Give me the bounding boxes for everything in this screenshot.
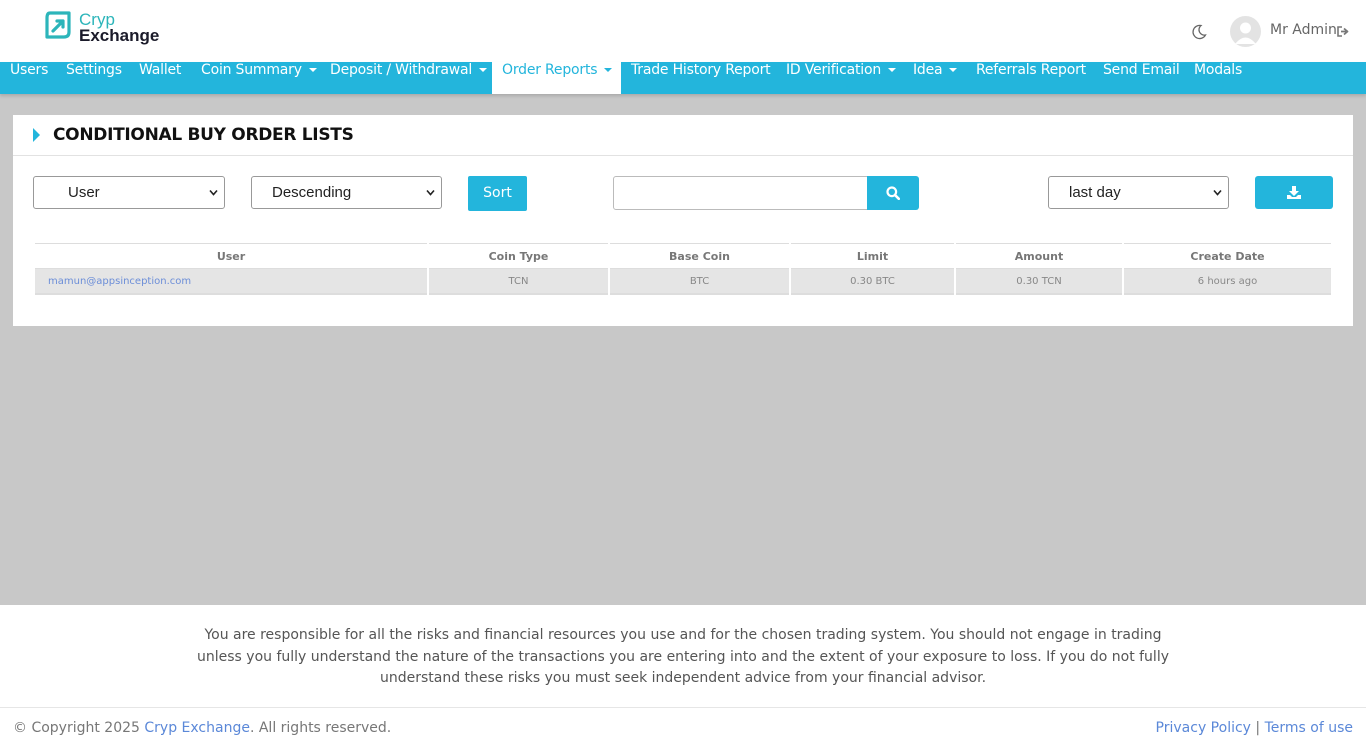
col-amount[interactable]: Amount [956,243,1122,269]
nav-coin-summary[interactable]: Coin Summary [191,62,327,94]
nav-wallet-label: Wallet [139,62,182,78]
avatar[interactable] [1230,16,1261,47]
col-user[interactable]: User [35,243,427,269]
risk-disclaimer: You are responsible for all the risks an… [0,605,1366,707]
sort-order-select[interactable]: Descending [251,176,442,209]
caret-right-icon [33,128,40,142]
nav-modals[interactable]: Modals [1184,62,1252,94]
nav-idea[interactable]: Idea [903,62,967,94]
orders-table: User Coin Type Base Coin Limit Amount Cr… [33,243,1333,295]
logo-mark-icon [45,11,71,39]
table-row[interactable]: mamun@appsinception.com TCN BTC 0.30 BTC… [35,269,1331,295]
terms-of-use-link[interactable]: Terms of use [1265,720,1353,736]
col-coin-type[interactable]: Coin Type [429,243,608,269]
cell-create-date: 6 hours ago [1124,269,1331,295]
copyright-suffix: . All rights reserved. [249,720,392,736]
page-title: CONDITIONAL BUY ORDER LISTS [53,125,354,145]
top-header: Cryp Exchange Mr Admin [0,0,1366,62]
period-value: last day [1069,184,1121,201]
footer-separator: | [1250,720,1265,736]
nav-order-reports[interactable]: Order Reports [492,62,621,94]
cell-amount: 0.30 TCN [956,269,1122,295]
footer-links: Privacy Policy | Terms of use [1156,720,1353,736]
cell-coin-type: TCN [429,269,608,295]
nav-referrals-report-label: Referrals Report [976,62,1086,78]
sort-order-value: Descending [272,184,352,201]
cell-user-email[interactable]: mamun@appsinception.com [35,269,427,295]
nav-referrals-report[interactable]: Referrals Report [966,62,1096,94]
chevron-down-icon [426,189,435,196]
nav-deposit-withdrawal[interactable]: Deposit / Withdrawal [320,62,497,94]
nav-users-label: Users [10,62,49,78]
caret-down-icon [949,68,958,72]
nav-settings-label: Settings [66,62,122,78]
cell-base-coin: BTC [610,269,789,295]
nav-id-verification[interactable]: ID Verification [776,62,906,94]
nav-trade-history-report[interactable]: Trade History Report [621,62,780,94]
copyright-brand-link[interactable]: Cryp Exchange [144,720,250,736]
cell-limit: 0.30 BTC [791,269,954,295]
caret-down-icon [479,68,488,72]
nav-settings[interactable]: Settings [56,62,132,94]
privacy-policy-link[interactable]: Privacy Policy [1156,720,1251,736]
nav-send-email-label: Send Email [1103,62,1180,78]
caret-down-icon [888,68,897,72]
admin-name[interactable]: Mr Admin [1270,22,1337,38]
sign-out-icon[interactable] [1336,25,1350,38]
chevron-down-icon [1213,189,1222,196]
col-limit[interactable]: Limit [791,243,954,269]
sort-field-value: User [68,184,100,201]
nav-id-verification-label: ID Verification [786,62,882,78]
search-button[interactable] [867,176,919,210]
search-icon [886,186,900,200]
nav-deposit-withdrawal-label: Deposit / Withdrawal [330,62,473,78]
nav-trade-history-report-label: Trade History Report [631,62,771,78]
disclaimer-text: You are responsible for all the risks an… [197,627,1169,686]
download-button[interactable] [1255,176,1333,209]
nav-send-email[interactable]: Send Email [1093,62,1190,94]
caret-down-icon [308,68,317,72]
search-input[interactable] [613,176,868,210]
sort-button[interactable]: Sort [468,176,527,211]
page-footer: © Copyright 2025 Cryp Exchange. All righ… [0,707,1366,750]
download-icon [1287,186,1301,199]
col-create-date[interactable]: Create Date [1124,243,1331,269]
copyright-prefix: © Copyright 2025 [13,720,145,736]
order-list-panel: CONDITIONAL BUY ORDER LISTS User Descend… [13,115,1353,326]
nav-coin-summary-label: Coin Summary [201,62,302,78]
moon-icon[interactable] [1190,23,1208,41]
nav-order-reports-label: Order Reports [502,62,598,78]
brand-logo[interactable]: Cryp Exchange [44,10,164,50]
logo-text-line2: Exchange [79,26,160,45]
sort-field-select[interactable]: User [33,176,225,209]
nav-users[interactable]: Users [0,62,58,94]
copyright: © Copyright 2025 Cryp Exchange. All righ… [13,720,391,736]
panel-header: CONDITIONAL BUY ORDER LISTS [13,115,1353,156]
chevron-down-icon [209,189,218,196]
col-base-coin[interactable]: Base Coin [610,243,789,269]
nav-modals-label: Modals [1194,62,1243,78]
nav-idea-label: Idea [913,62,943,78]
nav-wallet[interactable]: Wallet [129,62,191,94]
period-select[interactable]: last day [1048,176,1229,209]
table-header-row: User Coin Type Base Coin Limit Amount Cr… [35,243,1331,269]
caret-down-icon [604,68,613,72]
main-nav: Users Settings Wallet Coin Summary Depos… [0,62,1366,94]
